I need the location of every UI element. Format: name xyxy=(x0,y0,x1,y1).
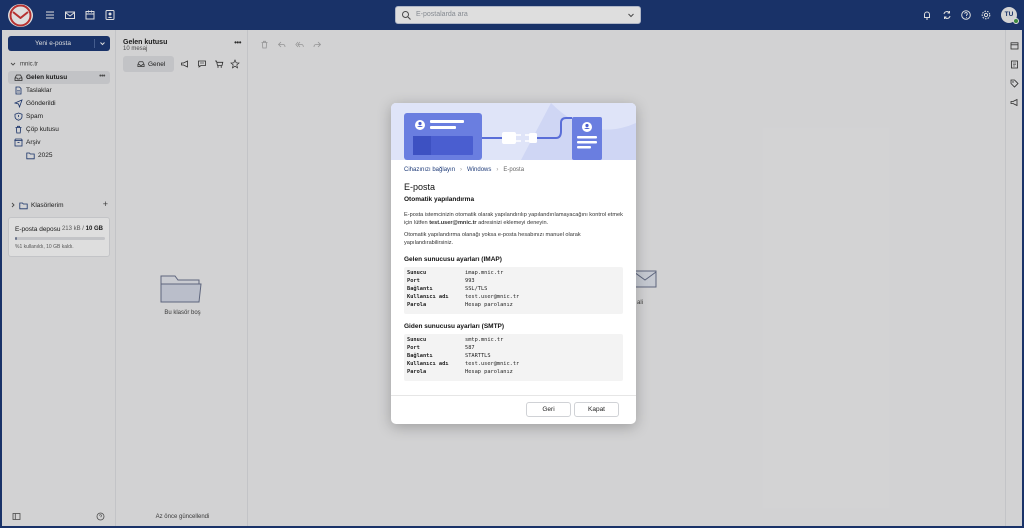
setting-key: Port xyxy=(407,278,420,284)
autoconfig-text: E-posta istemcinizin otomatik olarak yap… xyxy=(404,211,626,227)
setting-key: Kullanıcı adı xyxy=(407,361,449,367)
imap-heading: Gelen sunucusu ayarları (IMAP) xyxy=(404,256,502,263)
setting-key: Sunucu xyxy=(407,337,427,343)
setting-key: Kullanıcı adı xyxy=(407,294,449,300)
setting-value: test.user@mnic.tr xyxy=(465,294,520,300)
breadcrumb-windows[interactable]: Windows xyxy=(467,167,491,173)
setting-value: smtp.mnic.tr xyxy=(465,337,504,343)
setting-value: SSL/TLS xyxy=(465,286,488,292)
email-setup-dialog: Cihazınızı bağlayın › Windows › E-posta E-po… xyxy=(391,103,636,424)
dialog-title: E-posta xyxy=(404,182,436,192)
setting-key: Bağlantı xyxy=(407,286,433,292)
setting-value: imap.mnic.tr xyxy=(465,270,504,276)
breadcrumb: Cihazınızı bağlayın › Windows › E-posta xyxy=(404,167,524,173)
chevron-right-icon: › xyxy=(496,167,499,173)
setting-key: Port xyxy=(407,345,420,351)
connect-device-illustration xyxy=(391,103,636,160)
dialog-subtitle: Otomatik yapılandırma xyxy=(404,196,475,203)
setting-value: test.user@mnic.tr xyxy=(465,361,520,367)
autoconfig-text-b: adresinizi eklemeyi deneyin. xyxy=(476,220,549,226)
smtp-settings-box: Sunucu smtp.mnic.tr Port 587 Bağlantı START… xyxy=(404,334,623,381)
setting-key: Parola xyxy=(407,369,427,375)
setting-value: Hesap parolanız xyxy=(465,369,513,375)
breadcrumb-current: E-posta xyxy=(503,167,525,173)
manual-config-text: Otomatik yapılandırma olanağı yoksa e-po… xyxy=(404,232,581,246)
setting-value: 587 xyxy=(465,345,475,351)
setting-value: STARTTLS xyxy=(465,353,491,359)
breadcrumb-connect-device[interactable]: Cihazınızı bağlayın xyxy=(404,167,455,173)
dialog-divider xyxy=(391,395,636,396)
setting-key: Bağlantı xyxy=(407,353,433,359)
back-button[interactable]: Geri xyxy=(526,402,571,417)
setting-value: Hesap parolanız xyxy=(465,302,513,308)
setting-value: 993 xyxy=(465,278,475,284)
imap-settings-box: Sunucu imap.mnic.tr Port 993 Bağlantı SSL/T… xyxy=(404,267,623,314)
chevron-right-icon: › xyxy=(460,167,463,173)
setting-key: Sunucu xyxy=(407,270,427,276)
setting-key: Parola xyxy=(407,302,427,308)
close-button[interactable]: Kapat xyxy=(574,402,619,417)
smtp-heading: Giden sunucusu ayarları (SMTP) xyxy=(404,323,505,330)
user-email: test.user@mnic.tr xyxy=(429,220,477,226)
